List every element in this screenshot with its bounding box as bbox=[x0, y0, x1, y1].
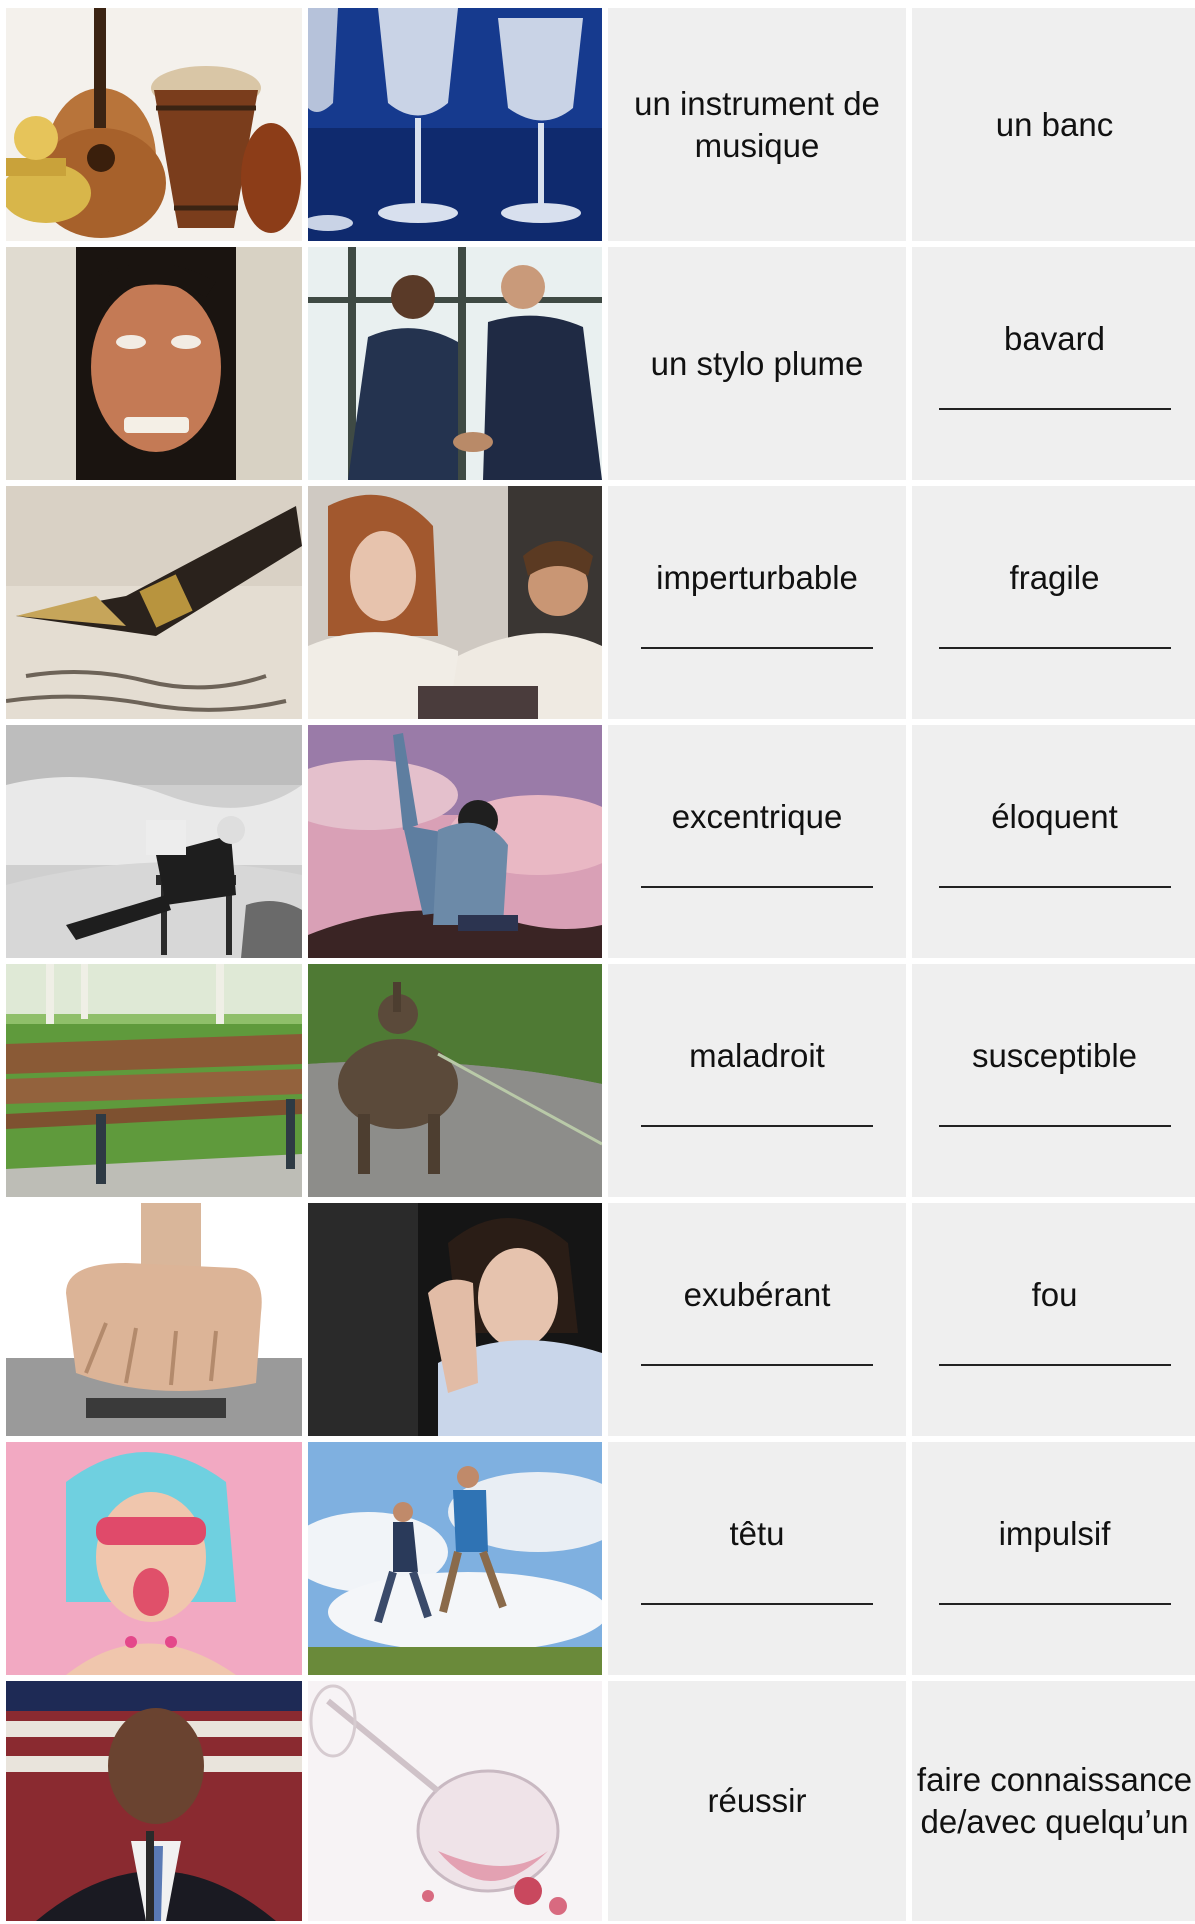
vocab-word: un banc bbox=[995, 105, 1114, 143]
vocab-word: éloquent bbox=[991, 797, 1118, 835]
vocab-cell: impulsif bbox=[912, 1442, 1195, 1675]
sad-woman-image bbox=[308, 1203, 602, 1436]
answer-blank-line bbox=[641, 646, 873, 649]
vocab-word: fou bbox=[1031, 1275, 1078, 1313]
answer-blank-line bbox=[938, 1124, 1171, 1127]
vocab-word: impulsif bbox=[998, 1514, 1111, 1552]
vocab-word: réussir bbox=[707, 1782, 807, 1819]
vocab-cell: maladroit bbox=[608, 964, 906, 1197]
crazy-face-image bbox=[6, 247, 302, 480]
man-reading-in-storm-image bbox=[6, 725, 302, 958]
vocab-word: faire connaissance de/avec quelqu’un bbox=[916, 1761, 1193, 1840]
answer-blank-line bbox=[938, 646, 1171, 649]
vocab-cell: réussir bbox=[608, 1681, 906, 1921]
vocab-word: bavard bbox=[1004, 319, 1105, 357]
handshake-image bbox=[308, 247, 602, 480]
vocab-cell: faire connaissance de/avec quelqu’un bbox=[912, 1681, 1195, 1921]
vocab-cell: fou bbox=[912, 1203, 1195, 1436]
vocab-cell: un instrument de musique bbox=[608, 8, 906, 241]
stubborn-donkey-image bbox=[308, 964, 602, 1197]
vocab-cell: bavard bbox=[912, 247, 1195, 480]
vocab-word: exubérant bbox=[683, 1275, 831, 1313]
answer-blank-line bbox=[641, 1124, 873, 1127]
vocab-cell: éloquent bbox=[912, 725, 1195, 958]
vocab-word: maladroit bbox=[689, 1036, 825, 1074]
spilled-wine-glass-image bbox=[308, 1681, 602, 1921]
exuberant-woman-image bbox=[6, 1442, 302, 1675]
vocab-word: un instrument de musique bbox=[634, 84, 880, 164]
president-speaking-image bbox=[6, 1681, 302, 1921]
answer-blank-line bbox=[641, 885, 873, 888]
park-bench-image bbox=[6, 964, 302, 1197]
vocabulary-grid: un instrument de musique un banc un styl… bbox=[6, 8, 1195, 1921]
answer-blank-line bbox=[938, 1363, 1171, 1366]
answer-blank-line bbox=[641, 1602, 873, 1605]
man-cheering-on-mountain-image bbox=[308, 725, 602, 958]
vocab-word: fragile bbox=[1009, 558, 1100, 596]
vocab-cell: un banc bbox=[912, 8, 1195, 241]
vocab-word: susceptible bbox=[971, 1036, 1138, 1074]
answer-blank-line bbox=[938, 885, 1171, 888]
crystal-glasses-image bbox=[308, 8, 602, 241]
clenched-fist-image bbox=[6, 1203, 302, 1436]
vocab-cell: imperturbable bbox=[608, 486, 906, 719]
vocab-cell: susceptible bbox=[912, 964, 1195, 1197]
musical-instruments-image bbox=[6, 8, 302, 241]
fountain-pen-image bbox=[6, 486, 302, 719]
vocab-cell: têtu bbox=[608, 1442, 906, 1675]
vocab-word: imperturbable bbox=[656, 558, 858, 596]
vocab-cell: excentrique bbox=[608, 725, 906, 958]
answer-blank-line bbox=[641, 1363, 873, 1366]
vocab-word: excentrique bbox=[671, 797, 843, 835]
vocab-cell: fragile bbox=[912, 486, 1195, 719]
answer-blank-line bbox=[938, 407, 1171, 410]
vocab-word: têtu bbox=[729, 1514, 785, 1552]
vocab-cell: un stylo plume bbox=[608, 247, 906, 480]
annoyed-woman-chatty-man-image bbox=[308, 486, 602, 719]
answer-blank-line bbox=[938, 1602, 1171, 1605]
vocab-word: un stylo plume bbox=[650, 344, 864, 382]
people-jumping-image bbox=[308, 1442, 602, 1675]
vocab-cell: exubérant bbox=[608, 1203, 906, 1436]
